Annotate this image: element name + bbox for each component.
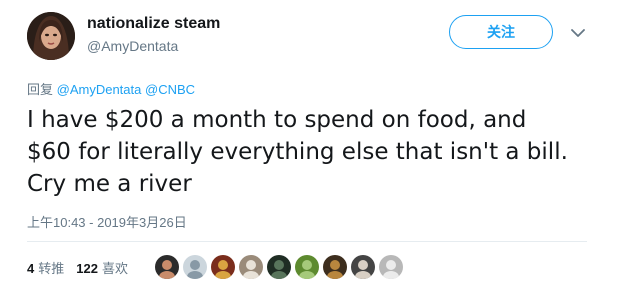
author-handle[interactable]: @AmyDentata	[87, 38, 178, 54]
liker-avatar-9[interactable]	[379, 255, 403, 279]
liker-avatar-3[interactable]	[211, 255, 235, 279]
tweet-text-line: I have $200 a month to spend on food, an…	[27, 107, 527, 133]
liker-avatar-7[interactable]	[323, 255, 347, 279]
tweet-text-line: $60 for literally everything else that i…	[27, 139, 568, 165]
liker-avatar-1[interactable]	[155, 255, 179, 279]
retweets-label: 转推	[38, 261, 65, 276]
likes-count: 122	[76, 261, 98, 276]
divider	[27, 241, 587, 242]
liker-avatar-2[interactable]	[183, 255, 207, 279]
retweets-count: 4	[27, 261, 35, 276]
likes-stat[interactable]: 122 喜欢	[76, 258, 128, 277]
author-display-name[interactable]: nationalize steam	[87, 15, 220, 33]
liker-avatar-8[interactable]	[351, 255, 375, 279]
author-avatar[interactable]	[27, 12, 75, 60]
likes-label: 喜欢	[101, 261, 128, 276]
follow-button[interactable]: 关注	[449, 15, 553, 49]
liker-avatar-5[interactable]	[267, 255, 291, 279]
liker-avatar-4[interactable]	[239, 255, 263, 279]
tweet-stats: 4 转推 122 喜欢	[27, 258, 140, 277]
tweet-text-line: Cry me a river	[27, 171, 192, 197]
more-options-button[interactable]	[568, 24, 588, 42]
likers-avatar-row	[155, 255, 407, 279]
reply-context: 回复 @AmyDentata @CNBC	[27, 79, 195, 98]
retweets-stat[interactable]: 4 转推	[27, 258, 64, 277]
liker-avatar-6[interactable]	[295, 255, 319, 279]
reply-prefix: 回复	[27, 82, 54, 97]
chevron-down-icon	[571, 28, 585, 37]
reply-mention-cnbc[interactable]: @CNBC	[145, 82, 195, 97]
tweet-timestamp[interactable]: 上午10:43 - 2019年3月26日	[27, 212, 187, 231]
reply-mention-author[interactable]: @AmyDentata	[57, 82, 142, 97]
follow-button-label: 关注	[487, 25, 515, 41]
tweet-text: I have $200 a month to spend on food, an…	[27, 104, 607, 200]
